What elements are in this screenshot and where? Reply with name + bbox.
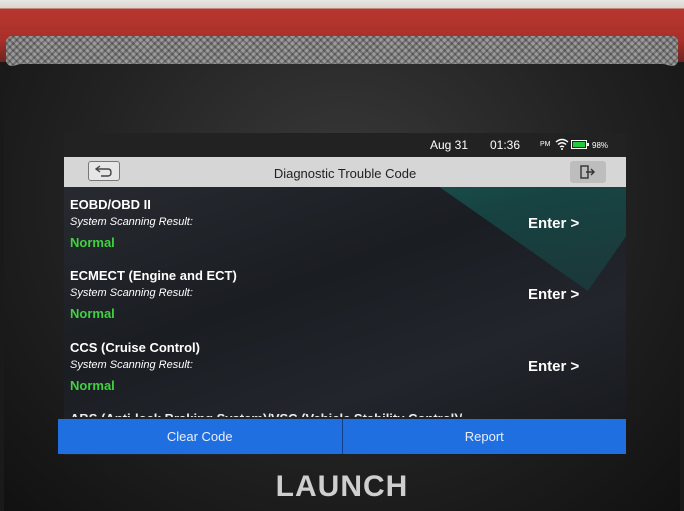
scan-status: Normal xyxy=(70,235,115,250)
system-item-abs-partial[interactable]: ABS (Anti-lock Braking System)/VSC (Vehi… xyxy=(70,411,610,417)
exit-button[interactable] xyxy=(570,161,606,183)
device-grille xyxy=(6,36,678,66)
scan-result-label: System Scanning Result: xyxy=(70,216,193,228)
system-item-ccs: CCS (Cruise Control) System Scanning Res… xyxy=(70,340,610,408)
device-screen: Aug 31 01:36 PM 98% Diagnostic Trouble C… xyxy=(64,133,626,455)
system-item-eobd: EOBD/OBD II System Scanning Result: Norm… xyxy=(70,197,610,265)
page-title: Diagnostic Trouble Code xyxy=(273,166,417,181)
launch-logo: LAUNCH xyxy=(275,470,409,503)
scan-result-label: System Scanning Result: xyxy=(70,359,193,371)
battery-icon xyxy=(571,140,589,149)
status-time: 01:36 xyxy=(490,138,521,152)
scan-status: Normal xyxy=(70,306,115,321)
report-button[interactable]: Report xyxy=(343,419,627,454)
status-bar: Aug 31 01:36 PM 98% xyxy=(64,133,626,157)
enter-button[interactable]: Enter > xyxy=(528,215,579,232)
wifi-icon xyxy=(555,138,569,150)
title-bar: Diagnostic Trouble Code xyxy=(64,157,626,187)
status-date: Aug 31 xyxy=(430,138,469,152)
battery-level: 98% xyxy=(592,141,609,150)
system-item-ecmect: ECMECT (Engine and ECT) System Scanning … xyxy=(70,268,610,336)
system-name: ECMECT (Engine and ECT) xyxy=(70,268,237,283)
clear-code-button[interactable]: Clear Code xyxy=(58,419,342,454)
status-ampm: PM xyxy=(540,141,551,148)
system-name: EOBD/OBD II xyxy=(70,197,151,212)
exit-icon xyxy=(580,165,595,179)
scan-result-label: System Scanning Result: xyxy=(70,287,193,299)
enter-button[interactable]: Enter > xyxy=(528,286,579,303)
enter-button[interactable]: Enter > xyxy=(528,358,579,375)
system-name: CCS (Cruise Control) xyxy=(70,340,200,355)
action-bar: Clear Code Report xyxy=(58,419,626,454)
scan-status: Normal xyxy=(70,378,115,393)
